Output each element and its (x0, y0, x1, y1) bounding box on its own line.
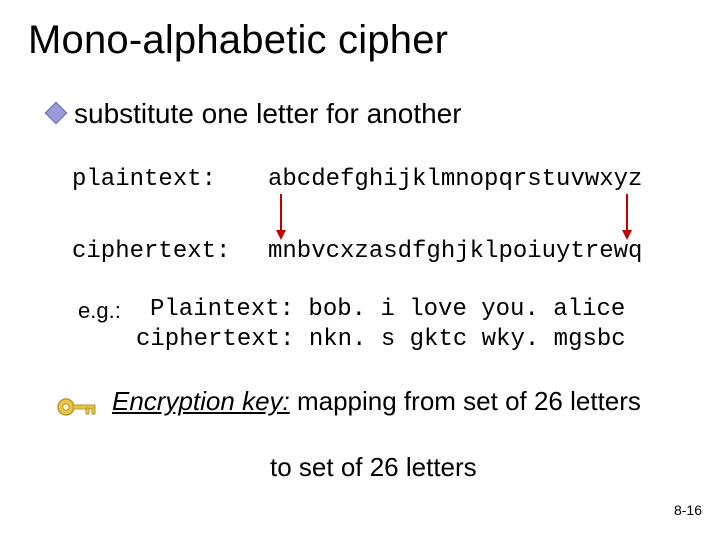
plaintext-label: plaintext: (72, 166, 216, 193)
example-plaintext: Plaintext: bob. i love you. alice (150, 296, 625, 323)
page-number: 8-16 (674, 502, 702, 518)
ciphertext-label: ciphertext: (72, 238, 230, 265)
mapping-arrow-icon (626, 194, 628, 238)
key-definition-rest: mapping from set of 26 letters (290, 386, 641, 416)
plaintext-value: abcdefghijklmnopqrstuvwxyz (268, 166, 642, 193)
key-definition-line2: to set of 26 letters (270, 452, 477, 483)
example-label: e.g.: (78, 298, 121, 324)
slide-title: Mono-alphabetic cipher (28, 18, 448, 63)
bullet-substitute: substitute one letter for another (48, 98, 462, 130)
mapping-arrow-icon (280, 194, 282, 238)
ciphertext-value: mnbvcxzasdfghjklpoiuytrewq (268, 238, 642, 265)
diamond-bullet-icon (45, 102, 68, 125)
bullet-text: substitute one letter for another (74, 98, 462, 129)
key-definition-lead: Encryption key: (112, 386, 290, 416)
example-ciphertext: ciphertext: nkn. s gktc wky. mgsbc (136, 326, 626, 353)
key-icon (56, 394, 100, 425)
key-definition-line1: Encryption key: mapping from set of 26 l… (112, 386, 672, 417)
slide: Mono-alphabetic cipher substitute one le… (0, 0, 720, 540)
